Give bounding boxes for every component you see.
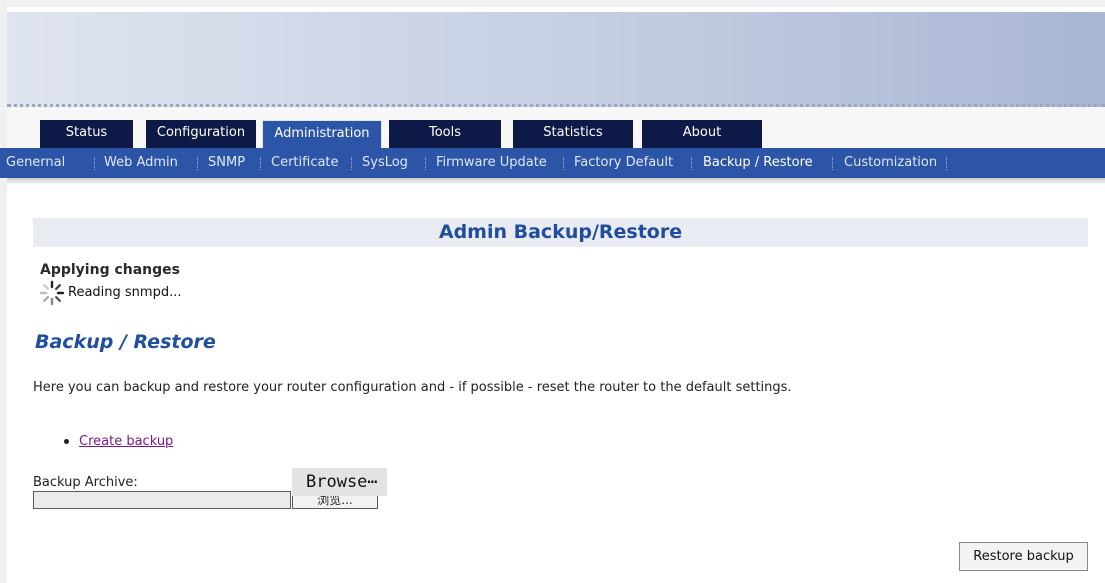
subnav-firmware-update[interactable]: Firmware Update: [436, 148, 547, 178]
tab-statistics[interactable]: Statistics: [513, 120, 633, 148]
section-title: Admin Backup/Restore: [33, 218, 1088, 247]
backup-restore-heading: Backup / Restore: [35, 331, 216, 353]
subnav-syslog[interactable]: SysLog: [362, 148, 408, 178]
subnav-separator: [351, 157, 352, 170]
subnav-separator: [425, 157, 426, 170]
applying-changes-label: Applying changes: [40, 262, 180, 278]
tab-status[interactable]: Status: [40, 120, 133, 148]
subnav-separator: [260, 157, 261, 170]
status-message: Reading snmpd...: [68, 285, 182, 300]
subnav-separator: [946, 157, 947, 170]
sub-navigation: Genernal Web Admin SNMP Certificate SysL…: [0, 148, 1105, 178]
tab-about[interactable]: About: [642, 120, 762, 148]
subnav-web-admin[interactable]: Web Admin: [104, 148, 178, 178]
backup-archive-file-field[interactable]: [33, 491, 291, 509]
loading-spinner-icon: [39, 280, 65, 306]
main-tab-bar: Status Configuration Administration Tool…: [7, 107, 1105, 148]
nav-shadow: [7, 178, 1105, 185]
subnav-separator: [197, 157, 198, 170]
subnav-customization[interactable]: Customization: [844, 148, 937, 178]
browse-tooltip: Browse⋯: [292, 468, 387, 496]
header-banner: [7, 12, 1105, 107]
subnav-certificate[interactable]: Certificate: [271, 148, 339, 178]
tab-administration[interactable]: Administration: [262, 120, 382, 148]
backup-archive-label: Backup Archive:: [33, 475, 138, 490]
tab-configuration[interactable]: Configuration: [146, 120, 256, 148]
restore-backup-button[interactable]: Restore backup: [959, 542, 1088, 571]
subnav-general[interactable]: Genernal: [6, 148, 65, 178]
list-item: Create backup: [64, 434, 173, 449]
subnav-backup-restore[interactable]: Backup / Restore: [703, 148, 813, 178]
create-backup-link[interactable]: Create backup: [79, 434, 173, 449]
bullet-dot: [64, 439, 69, 444]
tab-tools[interactable]: Tools: [389, 120, 501, 148]
subnav-separator: [94, 157, 95, 170]
backup-description: Here you can backup and restore your rou…: [33, 380, 792, 395]
subnav-snmp[interactable]: SNMP: [208, 148, 245, 178]
subnav-separator: [691, 157, 692, 170]
subnav-separator: [832, 157, 833, 170]
top-border: [0, 0, 1105, 7]
subnav-factory-default[interactable]: Factory Default: [574, 148, 673, 178]
subnav-separator: [563, 157, 564, 170]
left-border: [0, 0, 7, 583]
